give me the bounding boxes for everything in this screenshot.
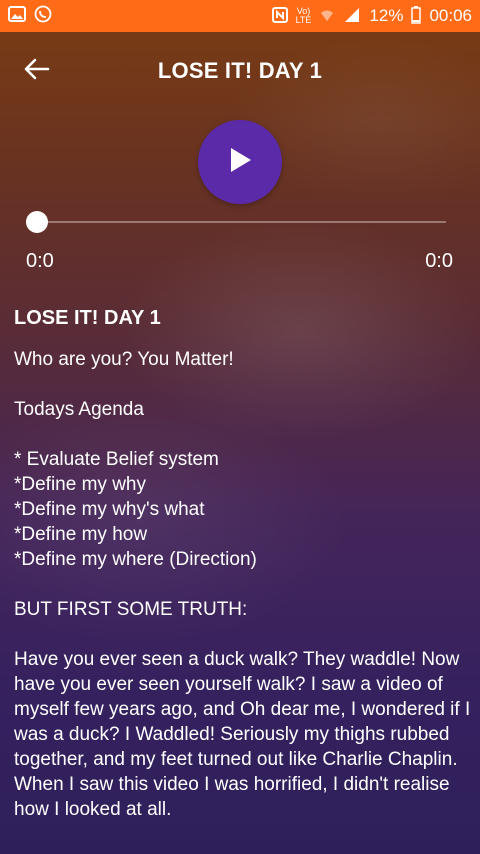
intro-line: Who are you? You Matter! (14, 349, 234, 370)
wifi-icon (319, 7, 335, 26)
battery-percent: 12% (369, 6, 404, 25)
agenda-item: *Define my where (Direction) (14, 549, 257, 570)
seek-track[interactable] (36, 221, 446, 223)
whatsapp-icon (34, 5, 52, 27)
nfc-icon (271, 6, 288, 26)
app-header: LOSE IT! DAY 1 (0, 32, 480, 110)
play-icon (226, 145, 254, 180)
status-right-icons: Vo) LTE 12% 00:06 (271, 5, 472, 27)
seek-thumb[interactable] (26, 211, 48, 233)
content-heading: LOSE IT! DAY 1 (14, 307, 161, 329)
total-time: 0:0 (425, 250, 453, 272)
agenda-item: * Evaluate Belief system (14, 449, 219, 470)
play-button[interactable] (198, 120, 282, 204)
agenda-title: Todays Agenda (14, 399, 144, 420)
agenda-item: *Define my why (14, 474, 146, 495)
network-type-label: LTE (295, 15, 312, 25)
volte-icon: Vo) LTE (295, 6, 312, 25)
agenda-item: *Define my why's what (14, 499, 205, 520)
signal-icon (343, 7, 361, 26)
day-content: LOSE IT! DAY 1 Who are you? You Matter! … (14, 306, 474, 822)
status-bar: Vo) LTE 12% 00:06 (0, 0, 480, 32)
truth-title: BUT FIRST SOME TRUTH: (14, 599, 248, 620)
gallery-icon (8, 6, 26, 26)
story-paragraph: Have you ever seen a duck walk? They wad… (14, 649, 471, 820)
agenda-item: *Define my how (14, 524, 148, 545)
back-button[interactable] (20, 54, 54, 88)
status-left-icons (8, 5, 52, 27)
battery-icon (411, 5, 422, 27)
current-time: 0:0 (26, 250, 54, 272)
page-title: LOSE IT! DAY 1 (157, 58, 323, 83)
seek-bar[interactable] (26, 210, 446, 234)
clock: 00:06 (429, 6, 472, 25)
back-arrow-icon (24, 58, 50, 85)
